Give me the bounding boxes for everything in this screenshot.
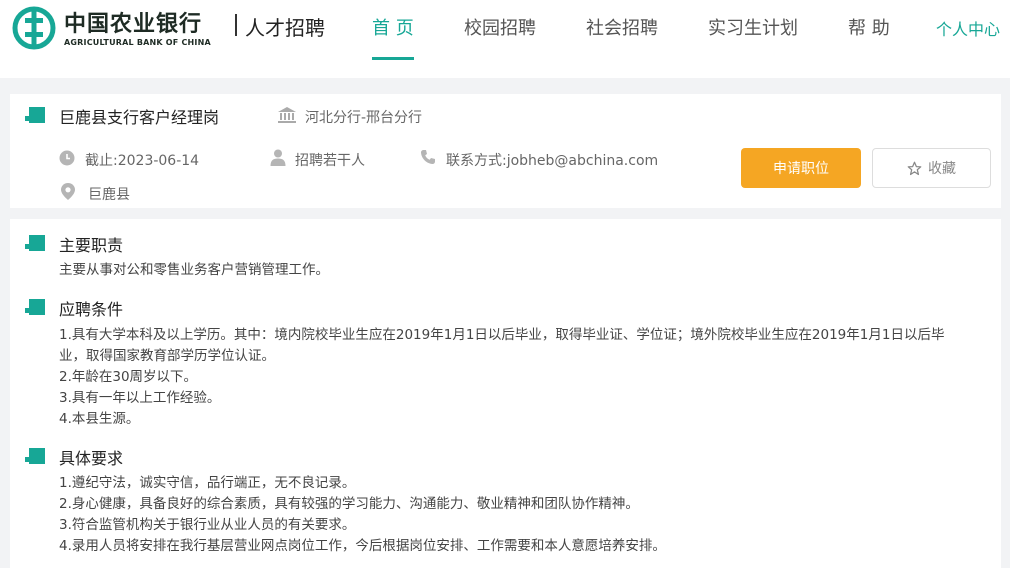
- clock-icon: [59, 150, 75, 166]
- brand-subtitle: 人才招聘: [245, 16, 325, 40]
- job-title: 巨鹿县支行客户经理岗: [59, 108, 220, 127]
- requirements-line: 4.录用人员将安排在我行基层营业网点岗位工作，今后根据岗位安排、工作需要和本人意…: [59, 538, 666, 554]
- bank-building-icon: [278, 107, 296, 123]
- conditions-line: 1.具有大学本科及以上学历。其中：境内院校毕业生应在2019年1月1日以后毕业，…: [59, 327, 945, 343]
- requirements-line: 1.遵纪守法，诚实守信，品行端正，无不良记录。: [59, 475, 356, 491]
- nav-active-indicator: [372, 57, 414, 60]
- brand-divider: [235, 14, 237, 36]
- favorite-button-label: 收藏: [928, 160, 956, 176]
- requirements-text: 1.遵纪守法，诚实守信，品行端正，无不良记录。 2.身心健康，具备良好的综合素质…: [59, 473, 666, 557]
- nav-intern-program[interactable]: 实习生计划: [708, 14, 798, 40]
- brand-name-cn: 中国农业银行: [64, 12, 203, 37]
- section-marker-icon: [25, 235, 45, 251]
- section-marker-icon: [25, 448, 45, 464]
- brand-name-en: AGRICULTURAL BANK OF CHINA: [64, 38, 211, 47]
- conditions-line: 4.本县生源。: [59, 411, 140, 427]
- phone-icon: [421, 150, 435, 164]
- section-marker-icon: [25, 299, 45, 315]
- conditions-line: 业，取得国家教育部学历学位认证。: [59, 348, 275, 364]
- nav-social-recruitment[interactable]: 社会招聘: [586, 14, 658, 40]
- conditions-text: 1.具有大学本科及以上学历。其中：境内院校毕业生应在2019年1月1日以后毕业，…: [59, 325, 944, 430]
- nav-user-center[interactable]: 个人中心: [936, 16, 1000, 40]
- section-title-conditions: 应聘条件: [59, 300, 124, 319]
- requirements-line: 3.符合监管机构关于银行业从业人员的有关要求。: [59, 517, 356, 533]
- top-header: 中国农业银行 AGRICULTURAL BANK OF CHINA 人才招聘 首…: [0, 0, 1010, 78]
- nav-home[interactable]: 首 页: [372, 14, 414, 40]
- location-pin-icon: [61, 183, 75, 200]
- duties-text: 主要从事对公和零售业务客户营销管理工作。: [59, 260, 329, 281]
- person-icon: [270, 149, 286, 166]
- apply-job-button[interactable]: 申请职位: [741, 148, 861, 188]
- job-deadline: 截止:2023-06-14: [85, 153, 200, 169]
- job-headcount: 招聘若干人: [295, 153, 365, 169]
- requirements-line: 2.身心健康，具备良好的综合素质，具有较强的学习能力、沟通能力、敬业精神和团队协…: [59, 496, 639, 512]
- section-title-requirements: 具体要求: [59, 449, 124, 468]
- job-contact: 联系方式:jobheb@abchina.com: [446, 153, 659, 169]
- job-location: 巨鹿县: [88, 187, 130, 203]
- conditions-line: 2.年龄在30周岁以下。: [59, 369, 198, 385]
- section-marker-icon: [25, 107, 45, 123]
- star-outline-icon: [907, 161, 922, 175]
- job-branch: 河北分行-邢台分行: [305, 110, 423, 126]
- apply-job-button-label: 申请职位: [773, 160, 829, 176]
- section-title-duties: 主要职责: [59, 236, 124, 255]
- favorite-button[interactable]: 收藏: [872, 148, 991, 188]
- nav-help[interactable]: 帮 助: [848, 14, 890, 40]
- conditions-line: 3.具有一年以上工作经验。: [59, 390, 221, 406]
- abc-logo-icon[interactable]: [12, 6, 56, 50]
- nav-campus-recruitment[interactable]: 校园招聘: [464, 14, 536, 40]
- duties-line: 主要从事对公和零售业务客户营销管理工作。: [59, 262, 329, 278]
